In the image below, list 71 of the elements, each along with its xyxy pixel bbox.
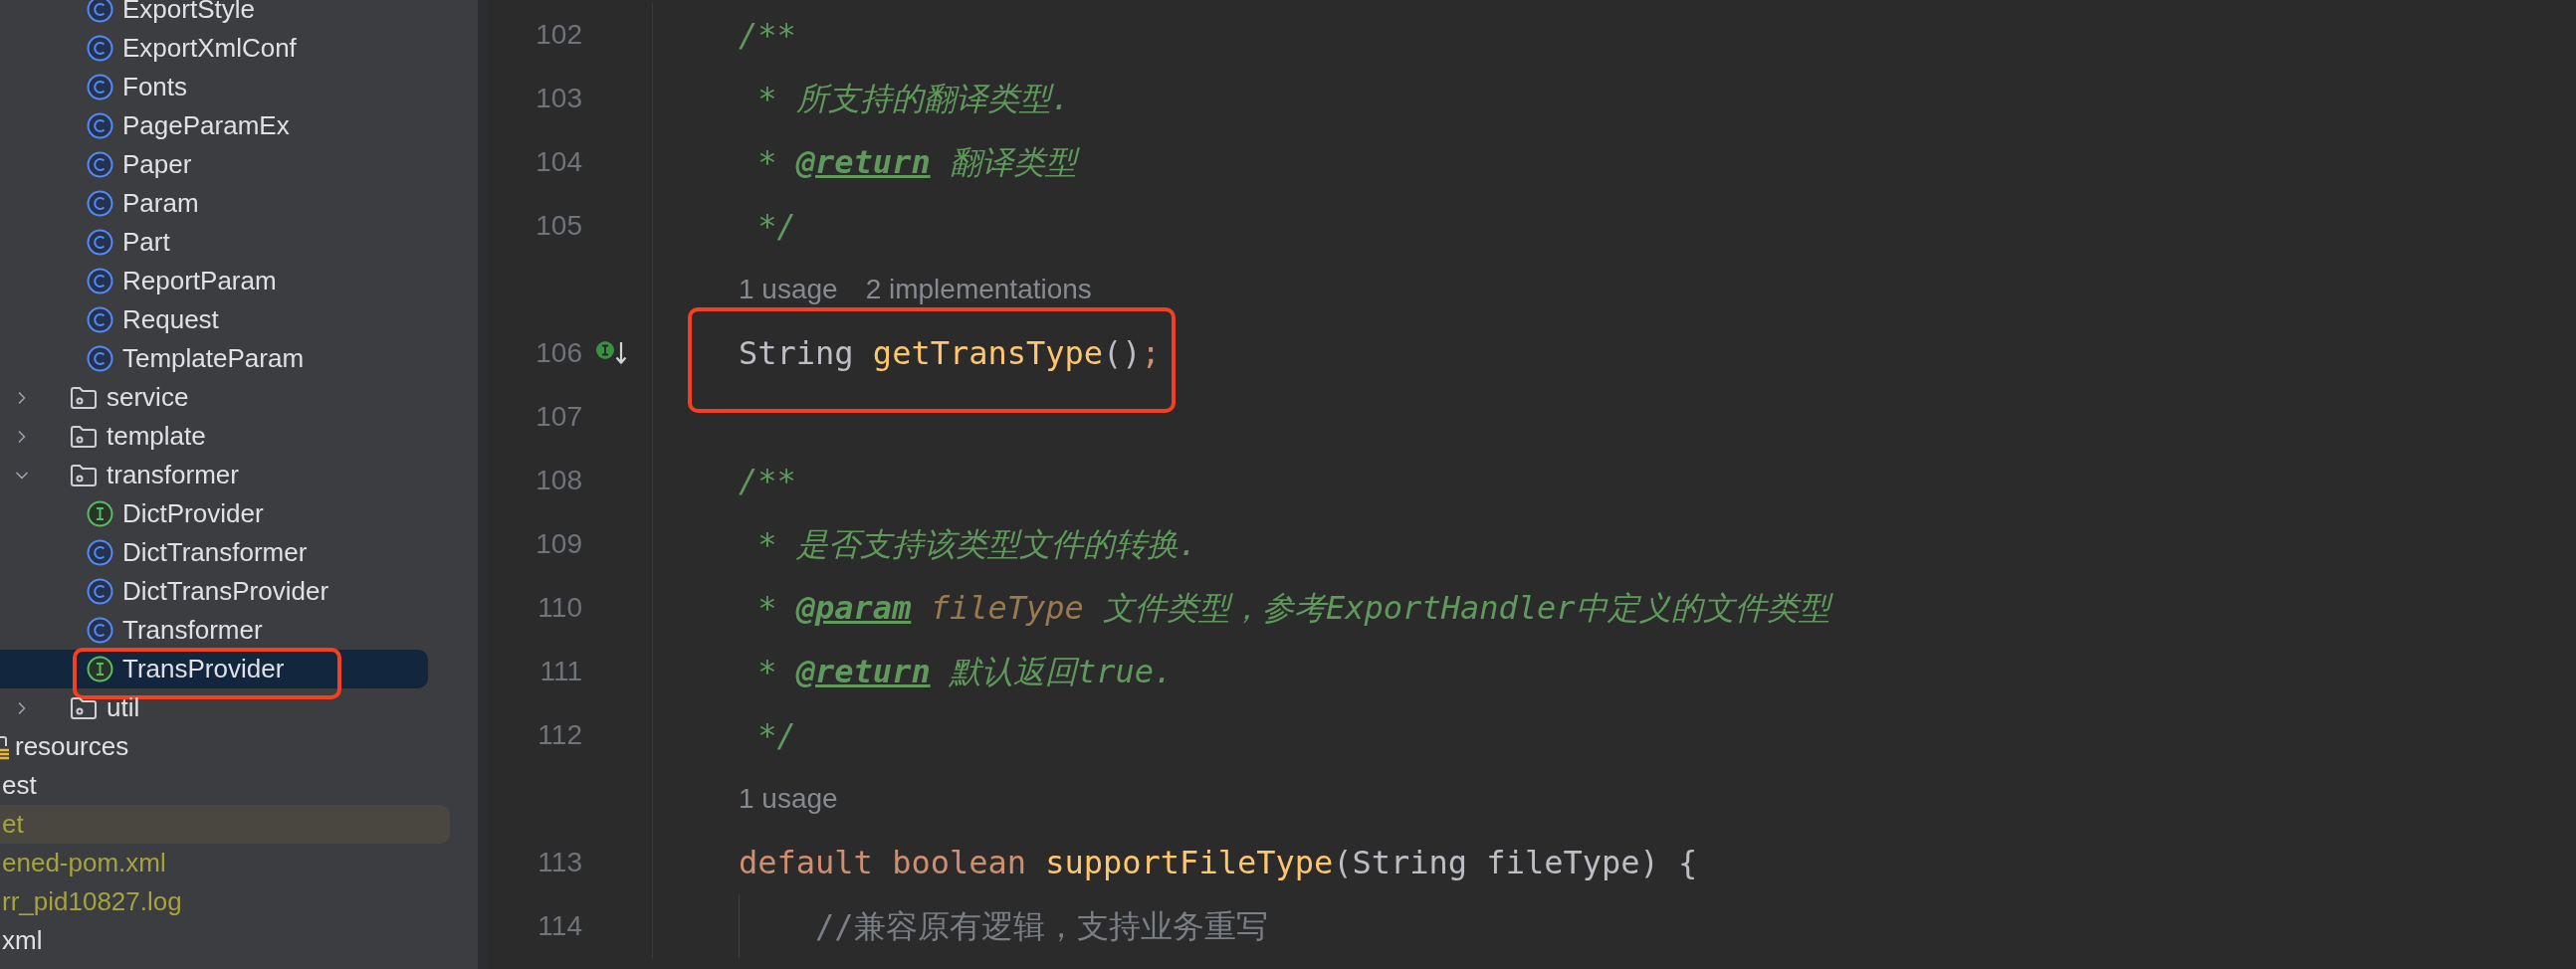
- tree-item[interactable]: Transformer: [0, 611, 450, 650]
- usage-hint[interactable]: 1 usage: [739, 274, 838, 305]
- class-icon: [87, 617, 113, 644]
- code-line: String getTransType();: [739, 321, 1161, 385]
- tree-item[interactable]: ened-pom.xml: [0, 844, 450, 882]
- code-line: * 所支持的翻译类型.: [756, 79, 1071, 119]
- line-number: 109: [535, 527, 582, 561]
- tree-item[interactable]: TransProvider: [0, 650, 428, 688]
- folder-icon: [70, 463, 98, 487]
- tree-item[interactable]: Paper: [0, 145, 450, 184]
- line-number: 102: [535, 18, 582, 52]
- tree-item[interactable]: Param: [0, 184, 450, 223]
- usage-hint[interactable]: 1 usage: [739, 783, 838, 815]
- resources-folder-icon: [0, 733, 10, 760]
- code-line: */: [756, 206, 796, 247]
- class-icon: [87, 578, 113, 605]
- usage-hint[interactable]: 2 implementations: [865, 274, 1092, 305]
- code-line: /**: [739, 461, 796, 501]
- tree-item[interactable]: rr_pid10827.log: [0, 882, 450, 921]
- code-line: * @return 默认返回true.: [756, 652, 1174, 692]
- line-number: 107: [535, 400, 582, 434]
- class-icon: [87, 74, 113, 100]
- class-icon: [87, 229, 113, 256]
- code-line: */: [756, 715, 796, 756]
- tree-item[interactable]: et: [0, 805, 450, 844]
- tree-item[interactable]: transformer: [0, 456, 450, 494]
- tree-item[interactable]: template: [0, 417, 450, 456]
- code-line: //兼容原有逻辑，支持业务重写: [815, 906, 1268, 947]
- tree-item[interactable]: ExportStyle: [0, 0, 450, 29]
- code-line: default boolean supportFileType(String fileType) {: [739, 843, 1698, 883]
- line-number: 112: [537, 718, 582, 752]
- class-icon: [87, 345, 113, 372]
- code-line: * 是否支持该类型文件的转换.: [756, 524, 1198, 565]
- class-icon: [87, 190, 113, 217]
- folder-icon: [70, 695, 98, 720]
- folder-icon: [70, 424, 98, 449]
- tree-item[interactable]: Request: [0, 300, 450, 339]
- tree-item[interactable]: xml: [0, 921, 450, 960]
- class-icon: [87, 268, 113, 294]
- line-number: 103: [535, 82, 582, 115]
- tree-item[interactable]: service: [0, 378, 450, 417]
- tree-item[interactable]: util: [0, 688, 450, 727]
- folder-icon: [70, 385, 98, 410]
- line-number: 108: [535, 464, 582, 497]
- tree-item[interactable]: Part: [0, 223, 450, 262]
- tree-item[interactable]: ReportParam: [0, 262, 450, 300]
- interface-icon: [87, 656, 113, 682]
- line-number: 104: [535, 145, 582, 179]
- line-number: 114: [537, 909, 582, 943]
- code-line: /**: [739, 15, 796, 56]
- interface-icon: [87, 500, 113, 527]
- line-number: 106: [535, 336, 582, 370]
- class-icon: [87, 151, 113, 178]
- tree-item[interactable]: est: [0, 766, 450, 805]
- line-number: 110: [537, 591, 582, 625]
- class-icon: [87, 0, 113, 23]
- tree-item[interactable]: Fonts: [0, 68, 450, 106]
- tree-item[interactable]: ExportXmlConf: [0, 29, 450, 68]
- class-icon: [87, 112, 113, 139]
- class-icon: [87, 539, 113, 566]
- line-number: 105: [535, 209, 582, 243]
- class-icon: [87, 306, 113, 333]
- tree-item[interactable]: DictProvider: [0, 494, 450, 533]
- line-number: 113: [537, 846, 582, 879]
- tree-item[interactable]: resources: [0, 727, 450, 766]
- line-number: 111: [538, 655, 582, 688]
- tree-item[interactable]: DictTransformer: [0, 533, 450, 572]
- tree-item[interactable]: DictTransProvider: [0, 572, 450, 611]
- tree-item[interactable]: TemplateParam: [0, 339, 450, 378]
- tree-item[interactable]: PageParamEx: [0, 106, 450, 145]
- class-icon: [87, 35, 113, 62]
